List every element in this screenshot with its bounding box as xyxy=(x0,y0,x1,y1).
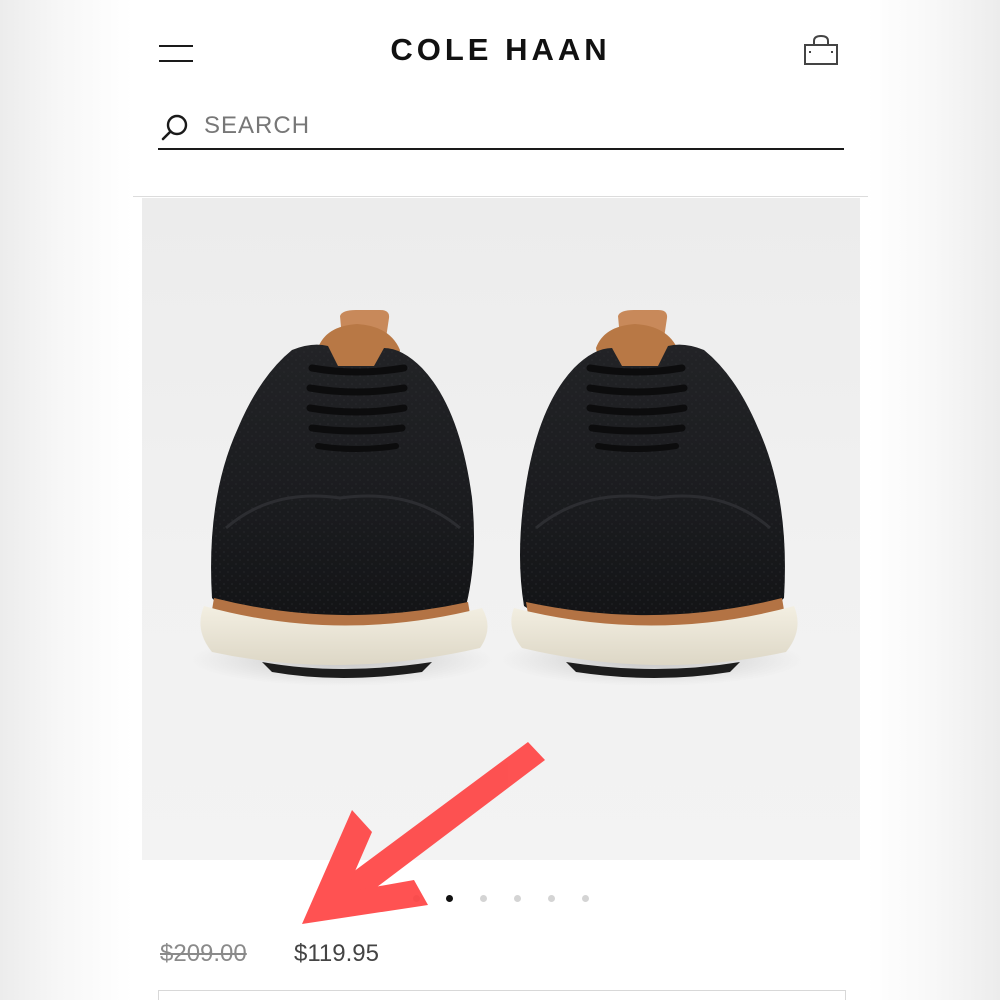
left-shoe xyxy=(200,310,488,678)
carousel-dot-1[interactable] xyxy=(413,895,420,902)
shopping-bag-icon[interactable] xyxy=(801,33,841,69)
carousel-dot-2[interactable] xyxy=(446,895,453,902)
brand-logo[interactable]: COLE HAAN xyxy=(133,32,868,68)
carousel-dot-5[interactable] xyxy=(548,895,555,902)
mobile-page: COLE HAAN SEARCH $209.00 $119.95 xyxy=(133,0,868,1000)
search-icon[interactable] xyxy=(160,112,190,142)
carousel-dot-6[interactable] xyxy=(582,895,589,902)
original-price: $209.00 xyxy=(160,940,247,967)
search-input[interactable] xyxy=(204,110,824,142)
size-selector-box[interactable] xyxy=(158,990,846,1000)
right-shoe xyxy=(511,310,798,678)
carousel-dot-4[interactable] xyxy=(514,895,521,902)
search-bar xyxy=(158,106,844,150)
sale-price: $119.95 xyxy=(294,940,379,967)
site-header: COLE HAAN xyxy=(133,0,868,197)
carousel-dots xyxy=(403,893,603,905)
price-row: $209.00 $119.95 xyxy=(158,940,658,974)
product-shoe-image[interactable] xyxy=(142,198,860,860)
carousel-dot-3[interactable] xyxy=(480,895,487,902)
